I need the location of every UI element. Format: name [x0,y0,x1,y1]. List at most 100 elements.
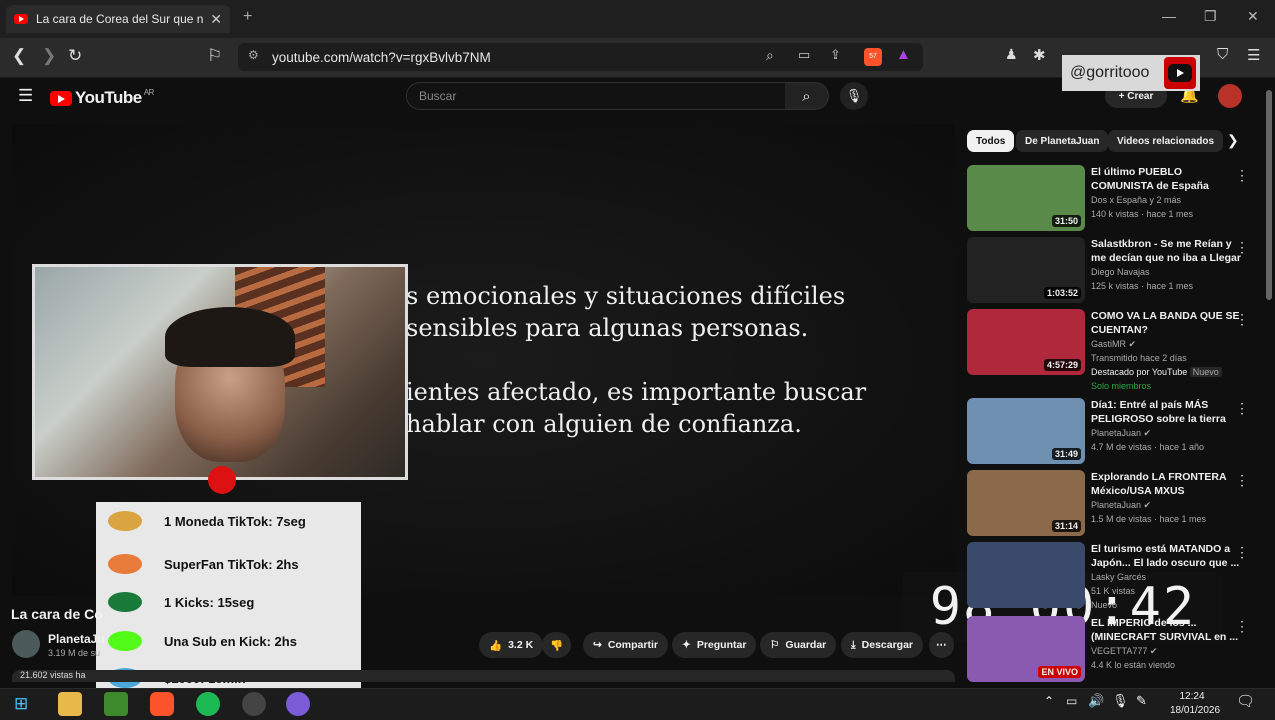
channel-name[interactable]: PlanetaJu [48,632,105,646]
new-tab-button[interactable]: + [243,8,252,26]
download-button[interactable]: ⤓ Descargar [841,632,924,658]
windows-start-icon[interactable]: ⊞ [14,694,28,714]
save-button[interactable]: ⚐ Guardar [760,632,837,658]
chip-related[interactable]: Videos relacionados [1108,130,1224,152]
tab-close-icon[interactable]: ✕ [210,11,222,28]
dislike-button[interactable]: 👎 [542,632,572,658]
rec-menu-icon[interactable]: ⋮ [1235,167,1249,184]
rec-title[interactable]: El turismo está MATANDO a Japón... El la… [1091,542,1241,570]
page-scrollbar[interactable] [1266,90,1272,300]
rec-channel[interactable]: Lasky Garcés [1091,570,1241,584]
tray-chevron-icon[interactable]: ⌃ [1044,694,1054,708]
brave-rewards-icon[interactable]: ▲ [896,46,911,63]
bookmark-icon[interactable]: ⚐ [207,46,222,66]
minecraft-icon[interactable] [104,692,128,716]
spotify-icon[interactable] [196,692,220,716]
back-icon[interactable]: ❮ [12,46,26,66]
extensions-puzzle-icon[interactable]: ✱ [1033,46,1046,64]
share-icon[interactable]: ⇪ [830,47,841,63]
more-actions-button[interactable]: ⋯ [929,632,954,658]
description-box[interactable]: 21.602 vistas ha [12,670,955,682]
new-badge: Nuevo [1189,367,1222,377]
discord-icon[interactable] [286,692,310,716]
video-thumbnail[interactable]: 31:14 [967,470,1085,536]
window-close-icon[interactable]: ✕ [1247,8,1259,25]
notification-center-icon[interactable]: 🗨 [1236,692,1255,710]
rec-menu-icon[interactable]: ⋮ [1235,472,1249,489]
rec-title[interactable]: Salastkbron - Se me Reían y me decían qu… [1091,237,1241,265]
zoom-icon[interactable]: ⌕ [766,47,774,64]
browser-tab[interactable]: La cara de Corea del Sur que no ✕ [6,5,230,33]
forward-icon[interactable]: ❯ [42,46,56,66]
sparkle-icon: ✦ [682,639,691,651]
rec-channel[interactable]: Diego Navajas [1091,265,1241,279]
youtube-logo[interactable]: YouTube AR [50,88,154,108]
search-input[interactable]: Buscar [406,82,786,110]
rec-menu-icon[interactable]: ⋮ [1235,400,1249,417]
rec-menu-icon[interactable]: ⋮ [1235,239,1249,256]
like-count: 3.2 K [508,639,534,651]
rec-menu-icon[interactable]: ⋮ [1235,618,1249,635]
chips-next-icon[interactable]: ❯ [1227,132,1239,149]
windows-taskbar [0,688,1275,720]
voice-search-button[interactable]: 🎙 [840,82,868,110]
minimize-icon[interactable]: — [1162,8,1176,24]
restore-icon[interactable]: ❐ [1204,8,1217,25]
site-info-icon[interactable]: ⚙ [248,48,259,62]
rec-channel[interactable]: Dos x España y 2 más [1091,193,1241,207]
rec-channel[interactable]: PlanetaJuan ✔ [1091,498,1241,512]
share-button[interactable]: ↪ Compartir [583,632,668,658]
prize-label: 1 Moneda TikTok: 7seg [164,513,306,529]
network-icon[interactable]: ▭ [1066,694,1077,708]
video-thumbnail[interactable] [967,542,1085,608]
vpn-shield-icon[interactable]: ⛉ [1217,46,1228,63]
rec-menu-icon[interactable]: ⋮ [1235,544,1249,561]
video-thumbnail[interactable]: 1:03:52 [967,237,1085,303]
cast-icon[interactable]: ▭ [798,47,810,63]
prize-row: SuperFan TikTok: 2hs [96,545,361,583]
file-explorer-icon[interactable] [58,692,82,716]
video-thumbnail[interactable]: 31:50 [967,165,1085,231]
rec-title[interactable]: EL IMPERIO de los ... (MINECRAFT SURVIVA… [1091,616,1241,644]
rec-channel[interactable]: GastiMR ✔ [1091,337,1241,351]
chip-channel[interactable]: De PlanetaJuan [1016,130,1109,152]
rec-title[interactable]: Explorando LA FRONTERA México/USA MXUS [1091,470,1241,498]
browser-menu-icon[interactable]: ☰ [1247,46,1260,64]
guide-menu-icon[interactable]: ☰ [18,86,33,106]
prize-label: SuperFan TikTok: 2hs [164,556,299,572]
brave-taskbar-icon[interactable] [150,692,174,716]
rec-title[interactable]: El último PUEBLO COMUNISTA de España [1091,165,1241,193]
subscriber-count: 3.19 M de su [48,648,101,658]
extension-icon[interactable]: ♟ [1005,46,1018,63]
search-button[interactable]: ⌕ [785,82,829,110]
video-duration: 31:50 [1051,215,1081,227]
reload-icon[interactable]: ↻ [68,46,82,66]
prize-row: 1 Kicks: 15seg [96,583,361,621]
volume-icon[interactable]: 🔊 [1088,693,1104,709]
video-thumbnail[interactable]: EN VIVO [967,616,1085,682]
system-clock[interactable]: 12:24 18/01/2026 [1170,690,1220,718]
video-thumbnail[interactable]: 31:49 [967,398,1085,464]
rec-menu-icon[interactable]: ⋮ [1235,311,1249,328]
rec-title[interactable]: COMO VA LA BANDA QUE SE CUENTAN? [1091,309,1241,337]
video-thumbnail[interactable]: 4:57:29 [967,309,1085,375]
account-avatar[interactable] [1218,84,1242,108]
ask-label: Preguntar [696,639,747,651]
rec-title[interactable]: Día1: Entré al país MÁS PELIGROSO sobre … [1091,398,1241,426]
pen-icon[interactable]: ✎ [1136,693,1147,709]
search-icon: ⌕ [802,87,811,105]
microphone-tray-icon[interactable]: 🎙 [1112,693,1129,709]
prize-row: Una Sub en Kick: 2hs [96,622,361,660]
brave-shields-icon[interactable]: 57 [864,48,882,66]
rec-channel[interactable]: PlanetaJuan ✔ [1091,426,1241,440]
featured-label: Destacado por YouTube [1091,367,1188,377]
chip-all[interactable]: Todos [967,130,1015,152]
like-button[interactable]: 👍 3.2 K [479,632,544,658]
address-bar[interactable]: ⚙ youtube.com/watch?v=rgxBvlvb7NM ⌕ ▭ ⇪ … [238,43,923,71]
channel-avatar[interactable] [12,630,40,658]
rec-channel[interactable]: VEGETTA777 ✔ [1091,644,1241,658]
thumbs-down-icon: 👎 [550,639,564,652]
obs-icon[interactable] [242,692,266,716]
ask-button[interactable]: ✦ Preguntar [672,632,757,658]
rec-meta: 140 k vistas · hace 1 mes [1091,209,1194,219]
